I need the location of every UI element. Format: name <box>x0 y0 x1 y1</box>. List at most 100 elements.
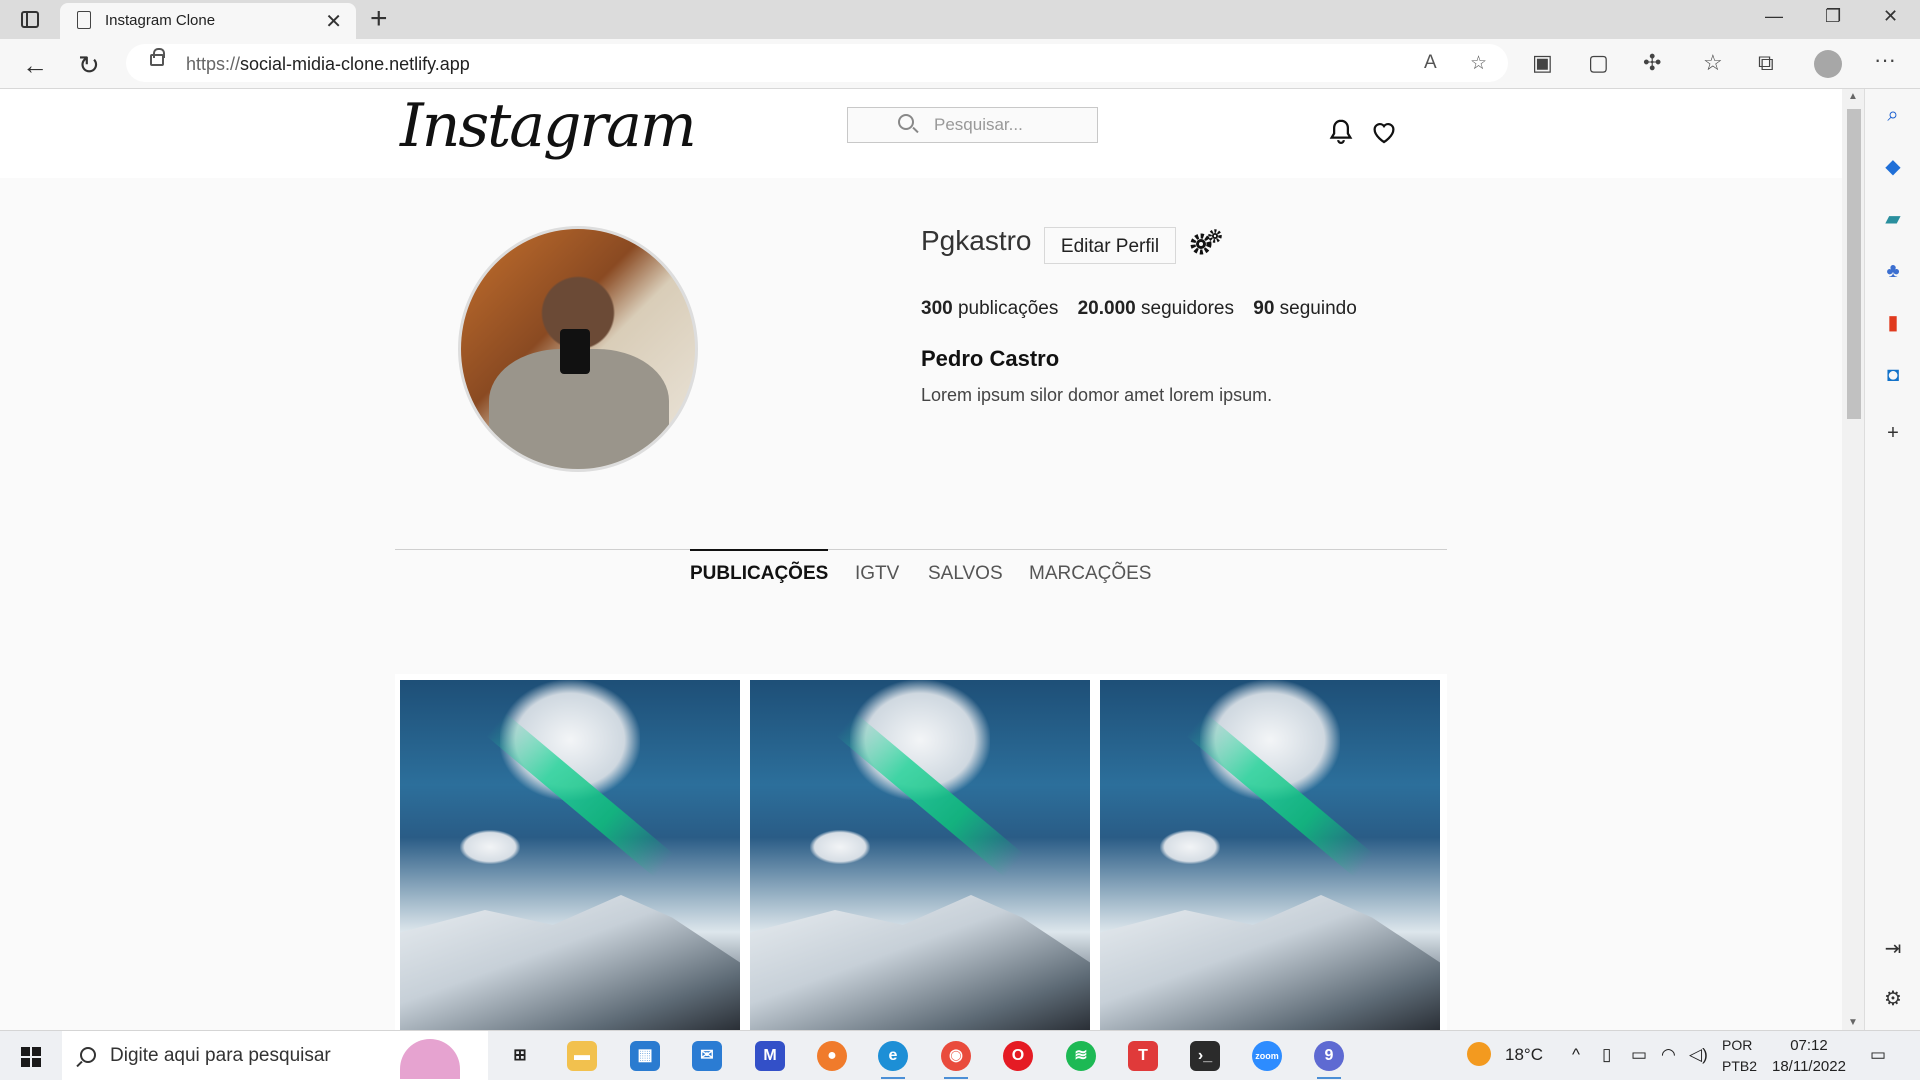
taskbar-search-icon <box>80 1047 96 1063</box>
scrollbar-thumb[interactable] <box>1847 109 1861 419</box>
vscode-like-icon[interactable]: M <box>755 1041 785 1071</box>
weather-temp[interactable]: 18°C <box>1505 1045 1543 1065</box>
search-input[interactable]: Pesquisar... <box>847 107 1098 143</box>
opera-icon[interactable]: O <box>1003 1041 1033 1071</box>
instagram-logo[interactable]: Instagram <box>400 91 697 161</box>
post-mountain <box>400 895 740 1030</box>
tab-title: Instagram Clone <box>105 12 216 29</box>
tab-marcacoes[interactable]: MARCAÇÕES <box>1029 563 1151 585</box>
outlook-icon[interactable]: ◘ <box>1881 363 1905 387</box>
web-page: Instagram Pesquisar... Pgkastro Editar P… <box>0 89 1842 1030</box>
games-icon[interactable]: ♣ <box>1881 259 1905 283</box>
zoom-icon[interactable]: zoom <box>1252 1041 1282 1071</box>
profile-stats: 300 publicações 20.000 seguidores 90 seg… <box>921 298 1371 320</box>
windows-taskbar: Digite aqui para pesquisar ⊞ ▬ ▦ ✉ M ● e… <box>0 1030 1920 1080</box>
tab-igtv[interactable]: IGTV <box>855 563 899 585</box>
site-header: Instagram Pesquisar... <box>0 89 1842 178</box>
add-favorite-icon[interactable]: ☆ <box>1470 52 1487 75</box>
search-highlight-icon[interactable] <box>400 1039 460 1079</box>
taskbar-search[interactable]: Digite aqui para pesquisar <box>62 1031 488 1080</box>
address-bar[interactable]: https://social-midia-clone.netlify.app A… <box>126 44 1508 82</box>
tray-chevron-icon[interactable]: ^ <box>1572 1045 1580 1065</box>
profile-username: Pgkastro <box>921 225 1032 256</box>
shopping-icon[interactable]: ◆ <box>1881 155 1905 179</box>
minimize-icon[interactable]: — <box>1765 6 1783 27</box>
post-thumbnail[interactable] <box>750 680 1090 1030</box>
tab-actions-icon[interactable] <box>21 11 39 28</box>
edge-icon[interactable]: e <box>878 1041 908 1079</box>
chrome-icon[interactable]: ◉ <box>941 1041 971 1079</box>
hide-sidebar-icon[interactable]: ⇥ <box>1881 937 1905 961</box>
lock-icon[interactable] <box>150 48 165 66</box>
extension-icon[interactable]: ▢ <box>1588 50 1609 76</box>
new-tab-icon[interactable]: + <box>370 2 388 36</box>
volume-icon[interactable]: ◁) <box>1689 1045 1708 1065</box>
post-mountain <box>750 895 1090 1030</box>
heart-icon[interactable] <box>1369 117 1399 147</box>
notifications-icon[interactable]: ▭ <box>1870 1045 1886 1065</box>
page-icon <box>77 11 91 29</box>
settings-gear-icon[interactable] <box>1188 228 1224 258</box>
tabs-divider <box>395 549 1447 550</box>
task-view-icon[interactable]: ⊞ <box>505 1041 535 1071</box>
office-icon[interactable]: ▮ <box>1881 311 1905 335</box>
clock[interactable]: 07:12 18/11/2022 <box>1772 1035 1846 1077</box>
restore-icon[interactable]: ❐ <box>1825 6 1841 27</box>
post-cloud-small <box>460 830 520 864</box>
browser-toolbar: ← ↻ https://social-midia-clone.netlify.a… <box>0 39 1920 89</box>
terminal-icon[interactable]: ›_ <box>1190 1041 1220 1071</box>
stat-following[interactable]: 90 seguindo <box>1253 298 1357 319</box>
scroll-down-icon[interactable]: ▼ <box>1848 1017 1858 1028</box>
t-app-icon[interactable]: T <box>1128 1041 1158 1071</box>
collections-icon[interactable]: ⧉ <box>1758 50 1774 76</box>
wifi-icon[interactable]: ◠ <box>1661 1045 1676 1065</box>
spotify-icon[interactable]: ≋ <box>1066 1041 1096 1071</box>
reload-icon[interactable]: ↻ <box>78 50 100 81</box>
extensions-icon[interactable]: ✣ <box>1643 50 1661 76</box>
sidebar-settings-icon[interactable]: ⚙ <box>1881 987 1905 1011</box>
taskbar-search-text: Digite aqui para pesquisar <box>110 1045 331 1066</box>
search-placeholder: Pesquisar... <box>934 115 1023 134</box>
browser-tab[interactable]: Instagram Clone ✕ <box>60 3 356 39</box>
more-menu-icon[interactable]: ··· <box>1874 47 1896 73</box>
stat-posts[interactable]: 300 publicações <box>921 298 1058 319</box>
language-indicator[interactable]: POR PTB2 <box>1722 1035 1757 1077</box>
post-cloud-small <box>1160 830 1220 864</box>
tab-publicacoes[interactable]: PUBLICAÇÕES <box>690 549 829 585</box>
back-icon[interactable]: ← <box>22 50 48 81</box>
post-thumbnail[interactable] <box>400 680 740 1030</box>
start-icon[interactable] <box>21 1047 41 1067</box>
window-close-icon[interactable]: ✕ <box>1883 6 1898 27</box>
tab-salvos[interactable]: SALVOS <box>928 563 1003 585</box>
stat-followers[interactable]: 20.000 seguidores <box>1078 298 1234 319</box>
profile-bio: Lorem ipsum silor domor amet lorem ipsum… <box>921 385 1273 405</box>
discord-icon[interactable]: 9 <box>1314 1041 1344 1079</box>
firefox-icon[interactable]: ● <box>817 1041 847 1071</box>
add-sidebar-icon[interactable]: + <box>1881 421 1905 445</box>
posts-grid <box>395 674 1447 1030</box>
battery-icon[interactable]: ▭ <box>1631 1045 1647 1065</box>
close-tab-icon[interactable]: ✕ <box>325 9 342 34</box>
store-icon[interactable]: ▦ <box>630 1041 660 1071</box>
favorites-icon[interactable]: ☆ <box>1703 50 1723 76</box>
post-mountain <box>1100 895 1440 1030</box>
search-icon <box>898 114 914 130</box>
mail-icon[interactable]: ✉ <box>692 1041 722 1071</box>
page-scrollbar[interactable]: ▲ ▼ <box>1842 89 1864 1030</box>
bell-icon[interactable] <box>1326 117 1356 147</box>
search-sidebar-icon[interactable]: ⌕ <box>1881 103 1905 127</box>
profile-photo-phone <box>560 329 590 374</box>
read-aloud-icon[interactable]: A <box>1424 52 1437 74</box>
post-thumbnail[interactable] <box>1100 680 1440 1030</box>
split-screen-icon[interactable]: ▣ <box>1532 50 1553 76</box>
edit-profile-button[interactable]: Editar Perfil <box>1044 227 1176 264</box>
tools-icon[interactable]: ▰ <box>1881 207 1905 231</box>
file-explorer-icon[interactable]: ▬ <box>567 1041 597 1071</box>
url-text[interactable]: https://social-midia-clone.netlify.app <box>186 54 470 75</box>
tray-device-icon[interactable]: ▯ <box>1602 1045 1611 1065</box>
profile-full-name: Pedro Castro <box>921 346 1060 371</box>
weather-icon[interactable] <box>1467 1042 1491 1066</box>
profile-picture[interactable] <box>458 226 698 472</box>
profile-avatar-icon[interactable] <box>1814 50 1842 78</box>
scroll-up-icon[interactable]: ▲ <box>1848 91 1858 102</box>
